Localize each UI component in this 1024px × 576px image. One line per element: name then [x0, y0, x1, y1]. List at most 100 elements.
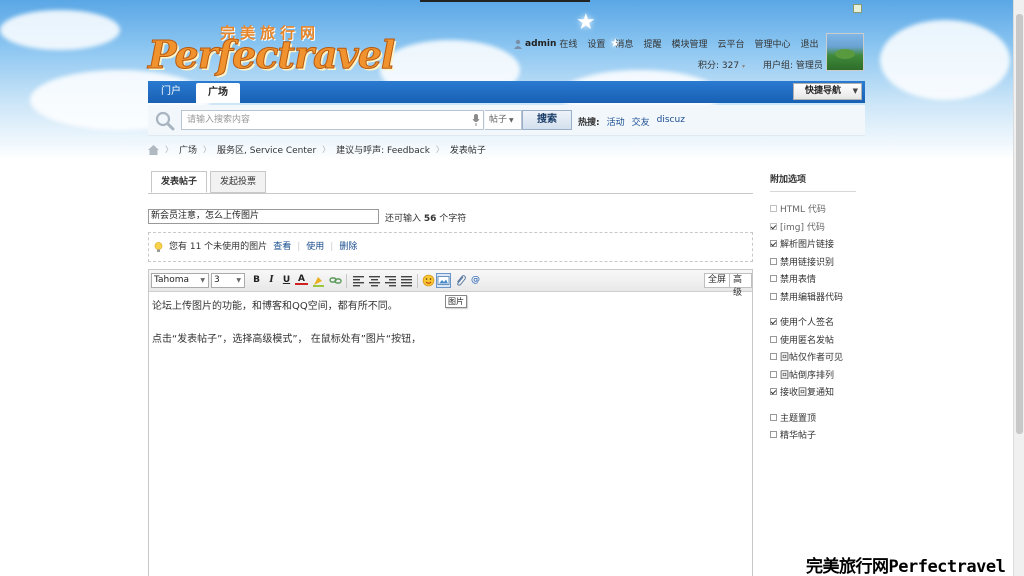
- option-digest-post[interactable]: 精华帖子: [770, 426, 858, 444]
- username-link[interactable]: admin: [525, 39, 556, 49]
- option-label: 主题置顶: [780, 413, 817, 424]
- settings-link[interactable]: 设置: [587, 37, 605, 50]
- breadcrumb-separator: 〉: [435, 145, 444, 154]
- checkbox[interactable]: [770, 370, 777, 378]
- use-images-link[interactable]: 使用: [306, 233, 324, 261]
- advanced-mode-button[interactable]: 高级: [729, 273, 752, 298]
- subject-input[interactable]: 新会员注意，怎么上传图片: [148, 209, 379, 224]
- font-family-value: Tahoma: [154, 275, 190, 285]
- option-disable-link-recognition[interactable]: 禁用链接识别: [770, 253, 858, 271]
- separator: |: [330, 242, 334, 252]
- chevron-down-icon: ▼: [852, 87, 858, 95]
- option-parse-image-links[interactable]: 解析图片链接: [770, 235, 858, 253]
- nav-item-plaza[interactable]: 广场: [196, 83, 240, 103]
- nav-item-portal[interactable]: 门户: [149, 81, 193, 103]
- font-size-select[interactable]: 3 ▼: [211, 273, 245, 288]
- underline-button[interactable]: U: [280, 274, 293, 287]
- justify-icon[interactable]: [400, 274, 413, 287]
- option-sticky-thread[interactable]: 主题置顶: [770, 409, 858, 427]
- checkbox[interactable]: [770, 292, 777, 300]
- checkbox[interactable]: [770, 431, 777, 439]
- unused-images-notice: 您有 11 个未使用的图片 查看 | 使用 | 删除: [148, 232, 753, 262]
- checkbox[interactable]: [770, 413, 777, 421]
- mention-icon[interactable]: @: [469, 274, 482, 287]
- notifications-link[interactable]: 提醒: [643, 37, 661, 50]
- option-replies-author-only[interactable]: 回帖仅作者可见: [770, 348, 858, 366]
- font-color-button[interactable]: A: [295, 274, 308, 285]
- font-family-select[interactable]: Tahoma ▼: [151, 273, 209, 288]
- search-type-select[interactable]: 帖子 ▼: [485, 110, 522, 130]
- avatar[interactable]: [826, 33, 864, 71]
- option-disable-smilies[interactable]: 禁用表情: [770, 270, 858, 288]
- hot-searches: 热搜: 活动 交友 discuz: [578, 115, 685, 128]
- option-label: 禁用编辑器代码: [780, 292, 844, 303]
- admin-center-link[interactable]: 管理中心: [754, 37, 790, 50]
- quick-nav-button[interactable]: 快捷导航 ▼: [793, 83, 862, 100]
- messages-link[interactable]: 消息: [615, 37, 633, 50]
- user-info: admin 在线: [513, 37, 577, 50]
- bold-button[interactable]: B: [250, 274, 263, 287]
- logout-link[interactable]: 退出: [801, 37, 819, 50]
- checkbox[interactable]: [770, 240, 777, 248]
- post-form: 发表帖子 发起投票 新会员注意，怎么上传图片 还可输入 56 个字符 您有 11…: [148, 161, 865, 576]
- option-anonymous-post[interactable]: 使用匿名发帖: [770, 331, 858, 349]
- tab-start-poll[interactable]: 发起投票: [210, 171, 267, 193]
- align-right-icon[interactable]: [384, 274, 397, 287]
- editor-content[interactable]: 论坛上传图片的功能，和博客和QQ空间，都有所不同。 点击“发表帖子”，选择高级模…: [152, 298, 421, 364]
- breadcrumb-separator: 〉: [203, 145, 212, 154]
- search-button[interactable]: 搜索: [522, 110, 572, 130]
- scrollbar-thumb[interactable]: [1016, 14, 1023, 434]
- checkbox[interactable]: [770, 205, 777, 213]
- breadcrumb-feedback[interactable]: 建议与呼声: Feedback: [336, 143, 430, 156]
- checkbox[interactable]: [770, 275, 777, 283]
- image-icon: [437, 276, 450, 285]
- chevron-down-icon: ▼: [200, 277, 205, 284]
- cloud-platform-link[interactable]: 云平台: [717, 37, 744, 50]
- font-size-value: 3: [214, 275, 220, 285]
- option-use-signature[interactable]: 使用个人签名: [770, 313, 858, 331]
- search-input[interactable]: 请输入搜索内容: [181, 110, 484, 130]
- home-icon[interactable]: [148, 144, 159, 155]
- hot-link-friends[interactable]: 交友: [632, 115, 650, 128]
- checkbox[interactable]: [770, 318, 777, 326]
- option-reply-notification[interactable]: 接收回复通知: [770, 383, 858, 401]
- attachment-icon[interactable]: [454, 274, 467, 287]
- checkbox[interactable]: [770, 257, 777, 265]
- microphone-icon[interactable]: [472, 114, 480, 126]
- site-logo[interactable]: 完美旅行网 Perfectravel: [147, 20, 398, 80]
- checkbox[interactable]: [770, 353, 777, 361]
- option-html-code[interactable]: HTML 代码: [770, 200, 858, 218]
- points-link[interactable]: 积分: 327 ▾: [698, 58, 745, 71]
- highlight-icon[interactable]: [312, 274, 325, 287]
- image-button[interactable]: [436, 273, 451, 288]
- rich-text-editor: Tahoma ▼ 3 ▼ B I U A @ 全屏 高级 图片 论坛上传图片的功…: [148, 269, 753, 576]
- align-center-icon[interactable]: [368, 274, 381, 287]
- remaining-chars: 还可输入 56 个字符: [385, 214, 467, 224]
- checkbox[interactable]: [770, 222, 777, 230]
- image-tooltip: 图片: [445, 295, 467, 308]
- italic-button[interactable]: I: [265, 274, 278, 287]
- breadcrumb-service-center[interactable]: 服务区, Service Center: [217, 143, 316, 156]
- link-icon[interactable]: [329, 274, 342, 287]
- lightbulb-icon: [154, 241, 163, 252]
- view-images-link[interactable]: 查看: [273, 233, 291, 261]
- module-management-link[interactable]: 模块管理: [671, 37, 707, 50]
- tab-post-thread[interactable]: 发表帖子: [151, 171, 208, 193]
- user-links: admin 在线 设置 消息 提醒 模块管理 云平台 管理中心 退出: [513, 37, 819, 50]
- checkbox[interactable]: [770, 335, 777, 343]
- option-label: 接收回复通知: [780, 388, 835, 399]
- checkbox[interactable]: [770, 388, 777, 396]
- align-left-icon[interactable]: [352, 274, 365, 287]
- delete-images-link[interactable]: 删除: [339, 233, 357, 261]
- option-img-code[interactable]: [img] 代码: [770, 218, 858, 236]
- hot-link-activity[interactable]: 活动: [607, 115, 625, 128]
- user-group-link[interactable]: 用户组: 管理员: [763, 58, 823, 71]
- fullscreen-button[interactable]: 全屏: [704, 273, 731, 288]
- option-reverse-reply-order[interactable]: 回帖倒序排列: [770, 366, 858, 384]
- option-disable-editor-code[interactable]: 禁用编辑器代码: [770, 288, 858, 306]
- breadcrumb-plaza[interactable]: 广场: [179, 143, 197, 156]
- hot-link-discuz[interactable]: discuz: [657, 115, 685, 128]
- tabs-divider: [148, 193, 753, 194]
- smiley-icon[interactable]: [422, 274, 435, 287]
- vertical-scrollbar[interactable]: [1013, 0, 1024, 576]
